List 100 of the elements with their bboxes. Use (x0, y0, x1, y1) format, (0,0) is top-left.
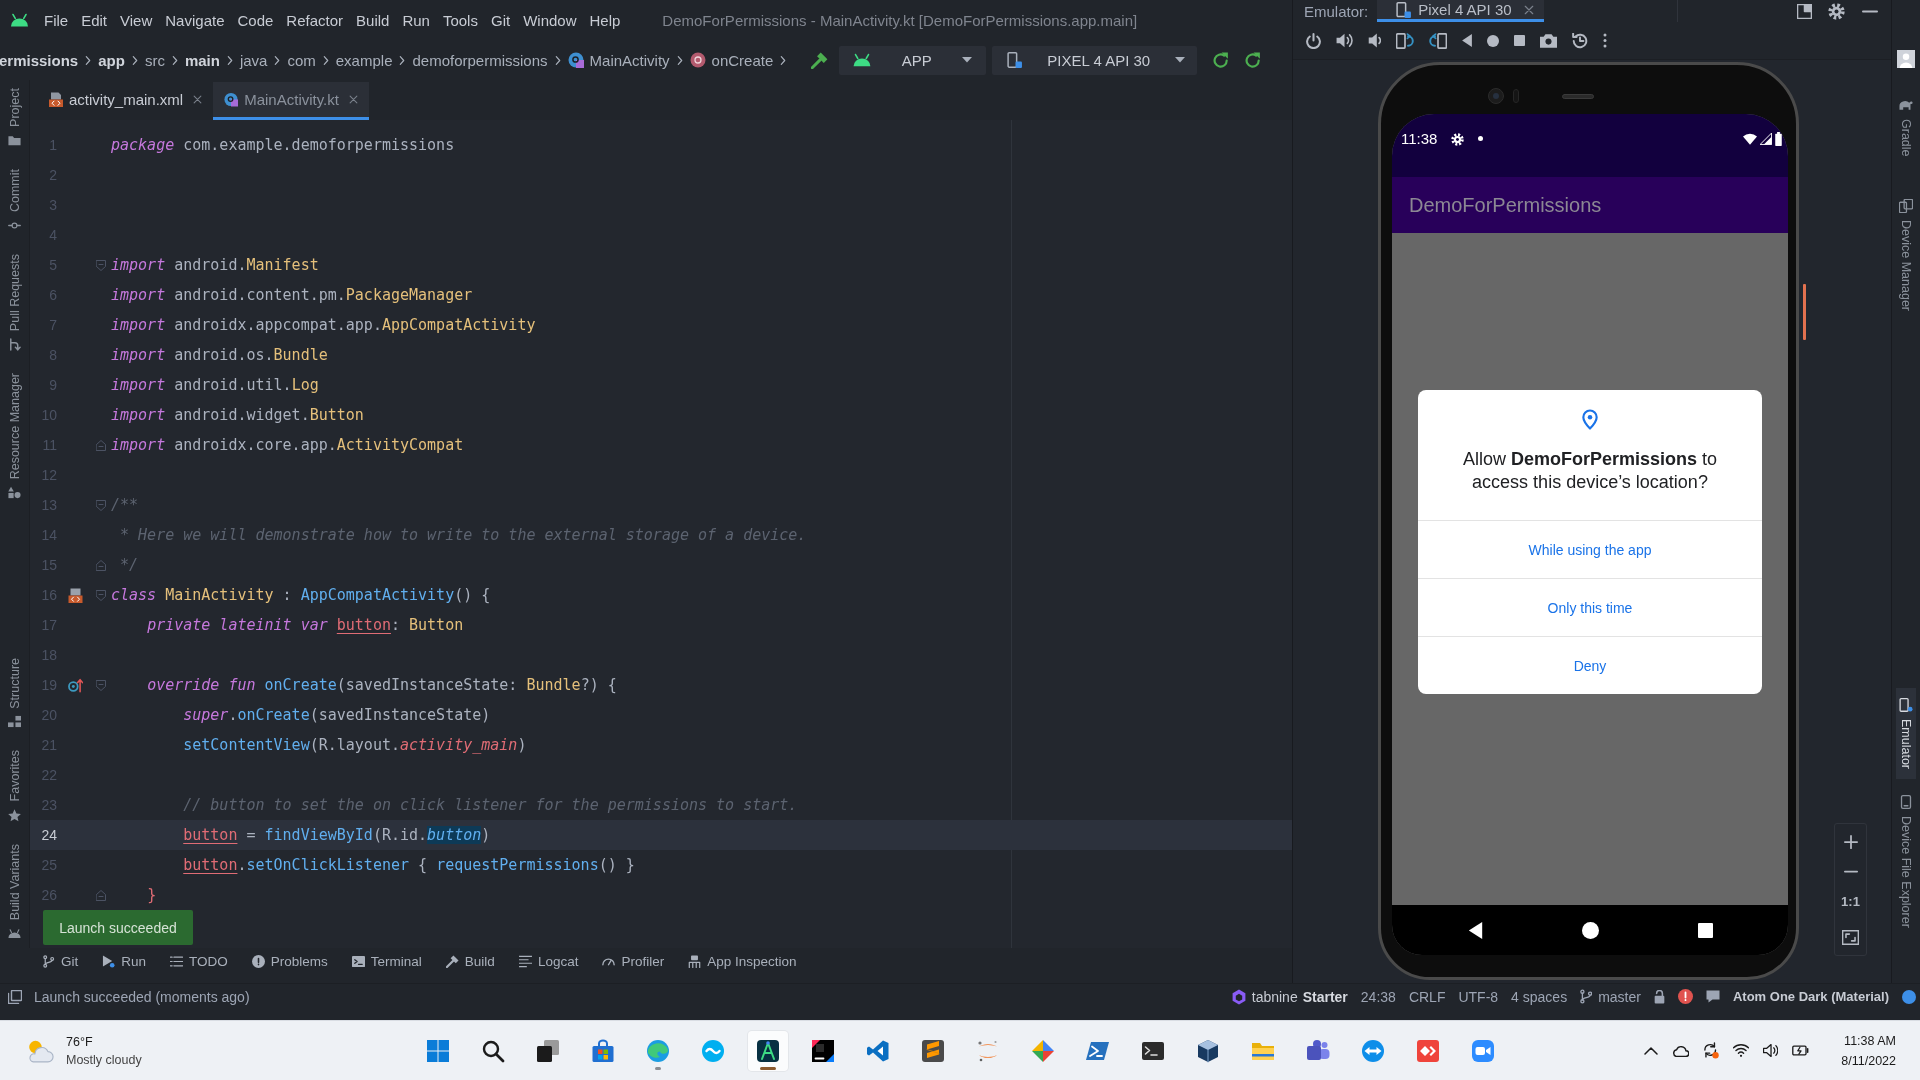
layout-icon[interactable] (1797, 3, 1812, 19)
home-icon[interactable] (1487, 34, 1499, 47)
tool-window-button[interactable]: Favorites (4, 748, 25, 824)
tool-window-button[interactable]: Problems (245, 951, 334, 972)
plugin-widget[interactable]: tabnine Starter (1231, 988, 1348, 1005)
breadcrumb-item[interactable]: java (239, 51, 268, 69)
fit-screen-icon[interactable] (1842, 929, 1859, 945)
file-encoding[interactable]: UTF-8 (1458, 988, 1499, 1005)
wifi-icon[interactable] (1733, 1044, 1750, 1057)
tool-window-button[interactable]: Terminal (345, 951, 428, 972)
fold-marker-icon[interactable] (95, 259, 106, 271)
dialog-button[interactable]: While using the app (1418, 521, 1762, 579)
volume-down-icon[interactable] (1368, 33, 1381, 48)
close-icon[interactable] (1523, 4, 1534, 15)
padlock-icon[interactable] (1653, 989, 1665, 1004)
caret-position[interactable]: 24:38 (1360, 988, 1396, 1005)
clock-time[interactable]: 11:38 AM (1844, 1030, 1896, 1051)
rotate-left-icon[interactable] (1396, 32, 1414, 49)
device-dropdown[interactable]: PIXEL 4 API 30 (992, 45, 1198, 75)
tool-window-button[interactable]: Device Manager (1896, 188, 1916, 321)
breadcrumb-item[interactable]: src (144, 51, 165, 69)
menu-item[interactable]: Build (356, 11, 390, 29)
fold-marker-icon[interactable] (95, 499, 106, 511)
back-icon[interactable] (1462, 34, 1472, 47)
menu-item[interactable]: Window (523, 11, 577, 29)
menu-item[interactable]: Edit (81, 11, 108, 29)
tool-window-button[interactable]: Structure (4, 655, 25, 731)
tool-window-button[interactable]: Commit (4, 166, 25, 234)
settings-icon[interactable] (1828, 2, 1845, 20)
breadcrumb-item[interactable]: onCreate (689, 51, 774, 69)
close-icon[interactable] (348, 95, 358, 104)
error-icon[interactable] (1677, 989, 1693, 1004)
breadcrumb-item[interactable]: demoforpermissions (412, 51, 548, 69)
speech-bubble-icon[interactable] (1705, 990, 1720, 1003)
volume-icon[interactable] (1763, 1044, 1779, 1057)
tool-window-button[interactable]: Run (96, 951, 153, 972)
weather-temperature[interactable]: 76°F (66, 1032, 142, 1051)
sync-icon[interactable] (1703, 1042, 1720, 1059)
git-branch-widget[interactable]: master (1580, 988, 1641, 1005)
overview-icon[interactable] (1697, 922, 1713, 938)
breadcrumb-item[interactable]: app (98, 51, 125, 69)
zoom-in-icon[interactable] (1843, 834, 1858, 849)
editor-tab[interactable]: MainActivity.kt (213, 82, 369, 120)
line-separator[interactable]: CRLF (1408, 988, 1446, 1005)
power-icon[interactable] (1306, 32, 1321, 49)
layout-file-icon[interactable] (68, 587, 83, 603)
menu-item[interactable]: Run (402, 11, 430, 29)
breadcrumb-item[interactable]: MainActivity (567, 51, 670, 69)
breadcrumb-item[interactable]: example (335, 51, 393, 69)
menu-item[interactable]: Git (490, 11, 511, 29)
indent-setting[interactable]: 4 spaces (1511, 988, 1568, 1005)
tool-window-button[interactable]: TODO (164, 951, 234, 972)
clock-date[interactable]: 8/11/2022 (1841, 1050, 1896, 1071)
menu-item[interactable]: Help (589, 11, 621, 29)
tool-window-button[interactable]: Emulator (1896, 688, 1916, 780)
override-icon[interactable] (68, 677, 83, 693)
close-icon[interactable] (193, 95, 203, 104)
tool-window-button[interactable]: Git (36, 951, 85, 972)
tool-window-button[interactable]: App Inspection (682, 951, 803, 972)
taskbar-button[interactable] (747, 1030, 788, 1071)
minimize-icon[interactable] (1861, 9, 1879, 13)
breadcrumb-item[interactable]: main (184, 51, 220, 69)
editor-tab[interactable]: activity_main.xml (38, 82, 214, 120)
tool-window-button[interactable]: Gradle (1896, 88, 1916, 167)
theme-name[interactable]: Atom One Dark (Material) (1732, 989, 1889, 1004)
breadcrumb-item[interactable]: com (287, 51, 316, 69)
home-icon[interactable] (1581, 921, 1599, 939)
tool-window-button[interactable]: Resource Manager (4, 371, 25, 502)
breadcrumb-item[interactable]: ermissions (0, 51, 79, 69)
fold-marker-icon[interactable] (95, 589, 106, 601)
actual-size-button[interactable]: 1:1 (1841, 893, 1860, 909)
menu-item[interactable]: Refactor (286, 11, 344, 29)
menu-item[interactable]: Tools (442, 11, 478, 29)
hammer-icon[interactable] (811, 51, 829, 69)
apply-changes-icon[interactable] (1245, 52, 1262, 68)
tool-windows-toggle-icon[interactable] (8, 989, 22, 1004)
menu-item[interactable]: File (44, 11, 69, 29)
tool-window-button[interactable]: Pull Requests (4, 251, 25, 354)
menu-item[interactable]: Navigate (165, 11, 225, 29)
camera-icon[interactable] (1540, 33, 1557, 48)
fold-marker-icon[interactable] (95, 559, 106, 571)
chevron-up-icon[interactable] (1644, 1046, 1659, 1055)
tool-window-button[interactable]: Profiler (596, 951, 671, 972)
more-icon[interactable] (1603, 33, 1607, 48)
tool-window-button[interactable]: Build (439, 951, 501, 972)
weather-condition[interactable]: Mostly cloudy (66, 1050, 142, 1069)
run-configuration-dropdown[interactable]: APP (839, 45, 987, 75)
tool-window-button[interactable]: Build Variants (4, 841, 25, 942)
rotate-right-icon[interactable] (1429, 32, 1447, 49)
fold-marker-icon[interactable] (95, 889, 106, 901)
back-icon[interactable] (1467, 921, 1483, 939)
android-logo-icon[interactable] (10, 13, 29, 27)
fold-marker-icon[interactable] (95, 679, 106, 691)
menu-item[interactable]: Code (237, 11, 274, 29)
fold-marker-icon[interactable] (95, 439, 106, 451)
tool-window-button[interactable]: Project (4, 86, 25, 149)
tool-window-button[interactable]: Logcat (512, 951, 585, 972)
cloud-icon[interactable] (1672, 1044, 1690, 1057)
status-dot-icon[interactable] (1902, 989, 1916, 1004)
battery-icon[interactable] (1792, 1045, 1810, 1056)
